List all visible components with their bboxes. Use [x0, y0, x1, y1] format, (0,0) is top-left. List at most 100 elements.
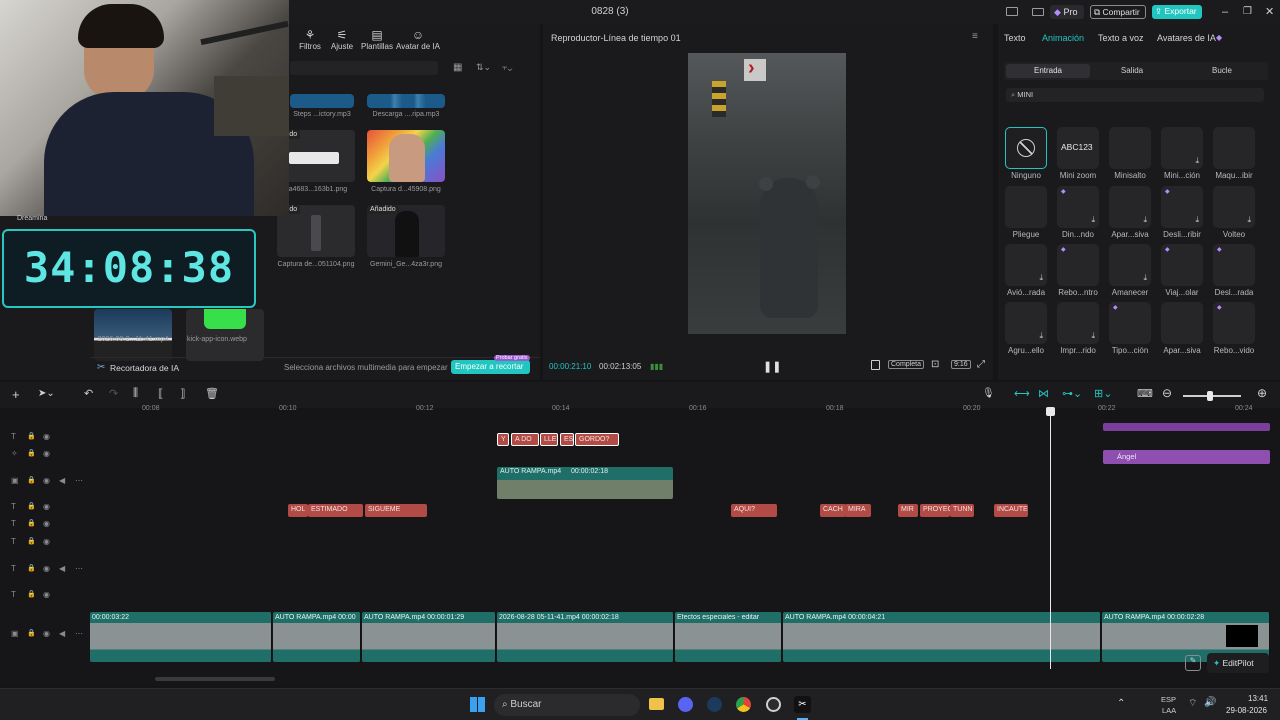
media-thumb-kick[interactable]: [186, 309, 264, 361]
text-clip[interactable]: GORDO?: [575, 433, 619, 446]
lang-bottom[interactable]: LAA: [1162, 706, 1176, 715]
animation-item[interactable]: ⤓: [1109, 186, 1151, 228]
split-right-icon[interactable]: ⟧: [180, 387, 185, 400]
magnet-icon[interactable]: ⋈: [1038, 387, 1049, 400]
more-icon[interactable]: ⋯: [75, 564, 83, 573]
subtitle-clip[interactable]: HOL: [288, 504, 308, 517]
editpilot-button[interactable]: ✦ EditPilot: [1207, 653, 1269, 673]
fullscreen-icon[interactable]: ⤢: [977, 359, 985, 370]
download-icon[interactable]: ⤓: [1143, 215, 1147, 225]
animation-item[interactable]: ⤓: [1005, 302, 1047, 344]
grid-view-icon[interactable]: ▦: [453, 62, 462, 73]
media-thumb-image-4[interactable]: Añadido: [367, 205, 445, 257]
lock-icon[interactable]: 🔒: [27, 537, 36, 545]
delete-icon[interactable]: 🗑: [205, 387, 219, 400]
download-icon[interactable]: ⤓: [1195, 156, 1199, 166]
minimize-icon[interactable]: –: [1222, 6, 1228, 18]
tab-templates[interactable]: ▤ Plantillas: [360, 28, 394, 51]
tab-text-to-speech[interactable]: Texto a voz: [1098, 33, 1144, 43]
animation-item[interactable]: ⤓ ◆: [1057, 186, 1099, 228]
angel-clip[interactable]: Ángel: [1103, 450, 1270, 464]
quality-button[interactable]: Completa: [888, 360, 924, 369]
clock-time[interactable]: 13:41: [1248, 694, 1268, 703]
effect-clip[interactable]: [1103, 423, 1270, 431]
text-clip[interactable]: A DO: [511, 433, 539, 446]
animation-item[interactable]: ◆: [1161, 244, 1203, 286]
subtitle-clip[interactable]: MIR: [898, 504, 918, 517]
lock-icon[interactable]: 🔒: [27, 449, 36, 457]
tab-ai-avatar[interactable]: ☺ Avatar de IA: [396, 28, 440, 51]
eye-icon[interactable]: ◉: [43, 537, 50, 546]
download-icon[interactable]: ⤓: [1039, 273, 1043, 283]
subtitle-clip[interactable]: CACH: [820, 504, 846, 517]
subtitle-clip[interactable]: SIGUEME: [365, 504, 427, 517]
eye-icon[interactable]: ◉: [43, 590, 50, 599]
subtab-salida[interactable]: Salida: [1090, 66, 1174, 75]
audio-icon[interactable]: ◀: [59, 629, 65, 638]
steam-icon[interactable]: [707, 697, 722, 712]
lock-icon[interactable]: 🔒: [27, 629, 36, 637]
playhead[interactable]: [1050, 411, 1051, 669]
animation-search-input[interactable]: ⌕ MINI: [1006, 88, 1264, 102]
zoom-in-icon[interactable]: ⊕: [1257, 386, 1267, 400]
subtitle-clip[interactable]: TUNN: [950, 504, 974, 517]
close-icon[interactable]: ✕: [1265, 5, 1274, 18]
animation-item[interactable]: ABC123: [1057, 127, 1099, 169]
pro-button[interactable]: ◆ Pro: [1050, 5, 1084, 19]
frame-icon[interactable]: [871, 360, 880, 370]
subtitle-clip[interactable]: MIRA: [845, 504, 871, 517]
audio-icon[interactable]: ◀: [59, 564, 65, 573]
split-left-icon[interactable]: ⟦: [158, 387, 163, 400]
eye-icon[interactable]: ◉: [43, 519, 50, 528]
sort-icon[interactable]: ⇅⌄: [476, 62, 491, 73]
lock-icon[interactable]: 🔒: [27, 590, 36, 598]
text-clip[interactable]: LLEV: [540, 433, 558, 446]
animation-item[interactable]: [1161, 302, 1203, 344]
media-thumb-audio-2[interactable]: [367, 94, 445, 108]
eye-icon[interactable]: ◉: [43, 449, 50, 458]
media-thumb-audio-1[interactable]: [290, 94, 354, 108]
clock-date[interactable]: 29-08-2026: [1226, 706, 1267, 715]
chevron-up-icon[interactable]: ⌃: [1117, 698, 1125, 709]
ratio-button[interactable]: 9:16: [951, 360, 971, 369]
maximize-icon[interactable]: ❐: [1243, 6, 1252, 17]
discord-icon[interactable]: [678, 697, 693, 712]
eye-icon[interactable]: ◉: [43, 564, 50, 573]
zoom-out-icon[interactable]: ⊖: [1162, 386, 1172, 400]
linkage-icon[interactable]: ⊶⌄: [1062, 387, 1082, 400]
lock-icon[interactable]: 🔒: [27, 502, 36, 510]
animation-item[interactable]: [1213, 127, 1255, 169]
split-icon[interactable]: ⫼: [133, 387, 138, 400]
animation-item[interactable]: ◆: [1057, 244, 1099, 286]
playhead-handle[interactable]: [1046, 407, 1055, 416]
download-icon[interactable]: ⤓: [1091, 331, 1095, 341]
text-clip[interactable]: ES: [560, 433, 574, 446]
download-icon[interactable]: ⤓: [1091, 215, 1095, 225]
eye-icon[interactable]: ◉: [43, 432, 50, 441]
animation-item[interactable]: ⤓ ◆: [1161, 186, 1203, 228]
edit-icon[interactable]: ✎: [1185, 655, 1201, 671]
capcut-icon[interactable]: ✂: [794, 696, 811, 713]
lock-icon[interactable]: 🔒: [27, 519, 36, 527]
animation-item[interactable]: [1005, 127, 1047, 169]
tab-filters[interactable]: ⚘ Filtros: [296, 28, 324, 51]
tab-adjust[interactable]: ⚟ Ajuste: [328, 28, 356, 51]
timeline-scrollbar[interactable]: [155, 677, 275, 681]
download-icon[interactable]: ⤓: [1195, 215, 1199, 225]
undo-icon[interactable]: ↶: [84, 387, 93, 400]
tab-animation[interactable]: Animación: [1042, 33, 1084, 43]
windows-start-icon[interactable]: [470, 697, 485, 712]
keyboard-icon[interactable]: [1032, 8, 1044, 16]
subtitle-clip[interactable]: AQUI?: [731, 504, 777, 517]
animation-item[interactable]: [1005, 186, 1047, 228]
lang-top[interactable]: ESP: [1161, 695, 1176, 704]
select-tool-icon[interactable]: ➤⌄: [38, 388, 55, 399]
subtitle-clip[interactable]: ESTIMADO: [308, 504, 363, 517]
text-clip[interactable]: Y: [497, 433, 509, 446]
start-cut-button[interactable]: Empezar a recortar: [451, 360, 530, 374]
obs-icon[interactable]: [766, 697, 781, 712]
media-thumb-video[interactable]: [94, 309, 172, 361]
folder-icon[interactable]: [649, 698, 664, 710]
volume-icon[interactable]: 🔊: [1204, 697, 1216, 708]
redo-icon[interactable]: ↷: [109, 387, 118, 400]
